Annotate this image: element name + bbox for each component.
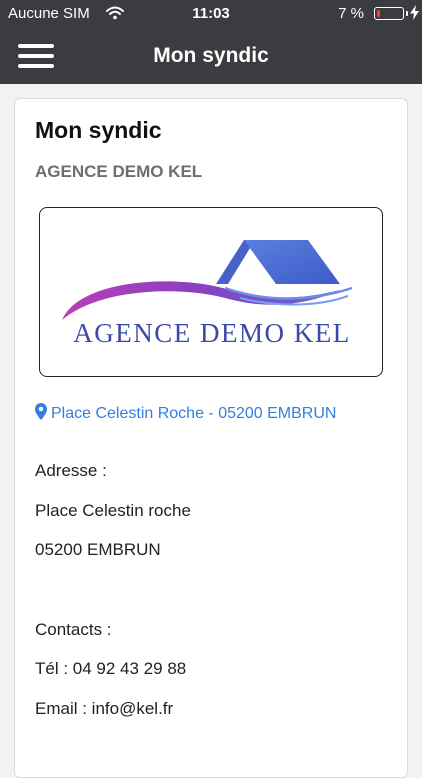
bolt-icon: [410, 5, 419, 23]
contacts-label: Contacts :: [35, 620, 112, 639]
logo-graphic: [62, 240, 353, 320]
logo-roof: [244, 240, 340, 284]
address-label: Adresse :: [35, 461, 107, 480]
phone-line[interactable]: Tél : 04 92 43 29 88: [35, 659, 186, 679]
email-line[interactable]: Email : info@kel.fr: [35, 699, 173, 719]
address-link-text: Place Celestin Roche - 05200 EMBRUN: [51, 405, 337, 422]
address-line-1: Place Celestin roche: [35, 501, 191, 520]
syndic-card: Mon syndic AGENCE DEMO KEL AGENCE DEMO K: [14, 98, 408, 778]
nav-title: Mon syndic: [153, 44, 269, 67]
address-map-link[interactable]: Place Celestin Roche - 05200 EMBRUN: [35, 403, 336, 425]
agency-logo: AGENCE DEMO KEL: [39, 207, 383, 377]
card-title: Mon syndic: [35, 117, 162, 143]
status-bar: Aucune SIM 11:03 7 %: [0, 0, 422, 28]
battery-fill: [377, 10, 380, 17]
address-line-2: 05200 EMBRUN: [35, 540, 161, 559]
battery-percentage: 7 %: [338, 5, 364, 22]
nav-bar: Mon syndic: [0, 28, 422, 84]
logo-swoosh: [62, 281, 340, 320]
agency-name: AGENCE DEMO KEL: [35, 162, 203, 181]
map-pin-icon: [35, 403, 47, 425]
logo-text: AGENCE DEMO KEL: [73, 318, 351, 348]
battery-tip: [406, 11, 408, 16]
battery-icon: [374, 7, 404, 20]
